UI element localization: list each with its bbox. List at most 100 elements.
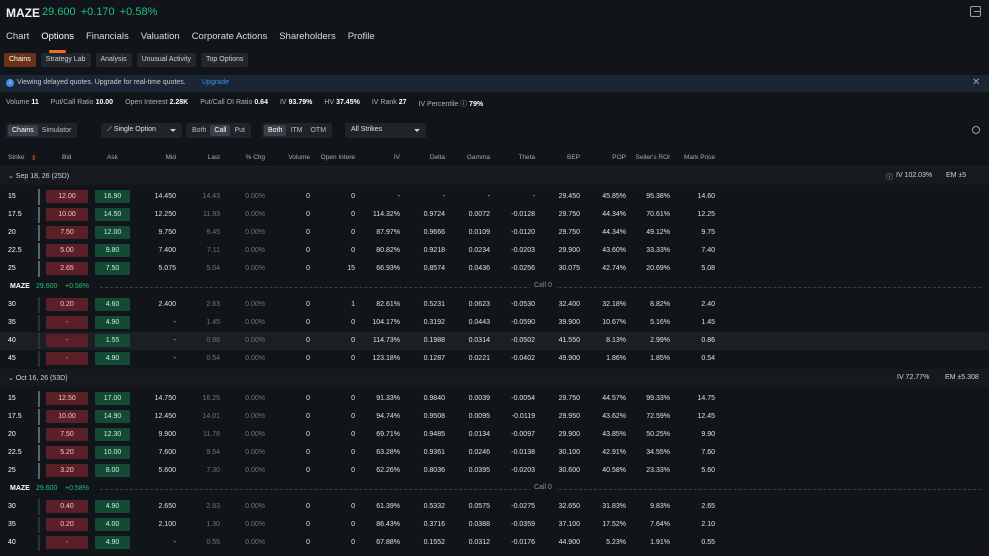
ask-cell[interactable]: 4.00	[95, 518, 130, 531]
tab-options[interactable]: Options	[41, 31, 74, 53]
subtab-unusual-activity[interactable]: Unusual Activity	[136, 53, 196, 67]
ask-cell[interactable]: 14.50	[95, 208, 130, 221]
mode-simulator[interactable]: Simulator	[38, 125, 76, 136]
expiry-date[interactable]: ⌄ Oct 16, 26 (53D)	[8, 374, 68, 382]
table-row[interactable]: 40-1.55-0.86 0.00% 0 0 114.73% 0.1988 0.0314 -0…	[0, 332, 989, 350]
table-row[interactable]: 17.5 10.00 14.90 12.450 14.01 0.00% 0 0 94.74% 0.…	[0, 408, 989, 426]
ask-cell[interactable]: 4.90	[95, 536, 130, 549]
column-header[interactable]: IV	[394, 154, 400, 161]
table-row[interactable]: 30 0.40 4.90 2.650 2.83 0.00% 0 0 61.39% 0.5332 0.…	[0, 498, 989, 516]
table-row[interactable]: 22.5 5.00 9.80 7.400 7.11 0.00% 0 0 80.82% 0.9218…	[0, 242, 989, 260]
column-header[interactable]: Gamma	[467, 154, 490, 161]
bid-cell[interactable]: 12.00	[46, 190, 88, 203]
exit-icon[interactable]	[970, 6, 981, 17]
sort-icon[interactable]: ⇕	[31, 154, 36, 162]
settings-icon[interactable]	[972, 126, 980, 134]
bid-cell[interactable]: 10.00	[46, 208, 88, 221]
tab-shareholders[interactable]: Shareholders	[279, 31, 336, 47]
ask-cell[interactable]: 16.90	[95, 190, 130, 203]
bid-cell[interactable]: 7.50	[46, 428, 88, 441]
bid-cell[interactable]: 3.20	[46, 464, 88, 477]
table-row[interactable]: 25 2.65 7.50 5.075 5.04 0.00% 0 15 66.93% 0.8574 0…	[0, 260, 989, 278]
ask-cell[interactable]: 7.50	[95, 262, 130, 275]
ask-cell[interactable]: 4.90	[95, 316, 130, 329]
close-icon[interactable]: ✕	[972, 77, 980, 88]
bid-cell[interactable]: 5.00	[46, 244, 88, 257]
bid-cell[interactable]: 2.65	[46, 262, 88, 275]
column-header[interactable]: Seller's ROI	[636, 154, 670, 161]
ask-cell[interactable]: 4.60	[95, 298, 130, 311]
strikes-select[interactable]: All Strikes	[345, 123, 426, 138]
table-row[interactable]: 25 3.20 8.00 5.600 7.30 0.00% 0 0 62.26% 0.8036 0.…	[0, 462, 989, 480]
column-header[interactable]: Mid	[166, 154, 176, 161]
expiry-header[interactable]: ⌄ Sep 18, 26 (25D) ⓘ IV 102.03% EM ±5	[0, 167, 989, 185]
subtab-strategy-lab[interactable]: Strategy Lab	[40, 53, 91, 67]
bid-cell[interactable]: -	[46, 334, 88, 347]
bid-cell[interactable]: 0.20	[46, 518, 88, 531]
table-row[interactable]: 45-4.90-0.54 0.00% 0 0 123.18% 0.1287 0.0221 -0…	[0, 350, 989, 368]
bid-cell[interactable]: 0.40	[46, 500, 88, 513]
strategy-select[interactable]: ⟋ Single Option	[101, 123, 182, 138]
expiry-date[interactable]: ⌄ Sep 18, 26 (25D)	[8, 172, 69, 180]
bid-cell[interactable]: 0.20	[46, 298, 88, 311]
table-row[interactable]: 20 7.50 12.00 9.750 9.45 0.00% 0 0 87.97% 0.9666 0…	[0, 224, 989, 242]
ask-cell[interactable]: 17.00	[95, 392, 130, 405]
column-header[interactable]: Mark Price	[684, 154, 715, 161]
bid-cell[interactable]: -	[46, 316, 88, 329]
table-row[interactable]: 20 7.50 12.30 9.900 11.78 0.00% 0 0 69.71% 0.9485…	[0, 426, 989, 444]
table-row[interactable]: 17.5 10.00 14.50 12.250 11.93 0.00% 0 0 114.32% 0…	[0, 206, 989, 224]
column-header[interactable]: Volume	[288, 154, 310, 161]
column-header[interactable]: Ask	[107, 154, 118, 161]
ask-cell[interactable]: 4.90	[95, 352, 130, 365]
subtab-chains[interactable]: Chains	[4, 53, 36, 67]
side-put[interactable]: Put	[230, 125, 249, 136]
bid-cell[interactable]: -	[46, 536, 88, 549]
column-header[interactable]: BEP	[567, 154, 580, 161]
upgrade-link[interactable]: Upgrade	[202, 79, 229, 86]
side-both[interactable]: Both	[188, 125, 210, 136]
tab-financials[interactable]: Financials	[86, 31, 129, 47]
column-header[interactable]: Theta	[518, 154, 535, 161]
tab-corporate-actions[interactable]: Corporate Actions	[192, 31, 268, 47]
column-header[interactable]: Strike	[8, 154, 25, 161]
table-row[interactable]: 40-4.90-0.55 0.00% 0 0 67.88% 0.1552 0.0312 -0.…	[0, 534, 989, 552]
ask-cell[interactable]: 10.00	[95, 446, 130, 459]
table-row[interactable]: 35 0.20 4.00 2.100 1.30 0.00% 0 0 86.43% 0.3716 0.…	[0, 516, 989, 534]
bid-cell[interactable]: 7.50	[46, 226, 88, 239]
ask-cell[interactable]: 8.00	[95, 464, 130, 477]
table-cell: 0	[306, 337, 310, 344]
table-row[interactable]: 15 12.00 16.90 14.450 14.43 0.00% 0 0 - - - - 29.450…	[0, 188, 989, 206]
money-itm[interactable]: ITM	[286, 125, 306, 136]
money-otm[interactable]: OTM	[306, 125, 330, 136]
ask-cell[interactable]: 1.55	[95, 334, 130, 347]
subtab-top-options[interactable]: Top Options	[201, 53, 249, 67]
table-row[interactable]: 22.5 5.20 10.00 7.600 9.54 0.00% 0 0 63.28% 0.936…	[0, 444, 989, 462]
side-call[interactable]: Call	[210, 125, 231, 136]
column-header[interactable]: Bid	[62, 154, 71, 161]
tab-profile[interactable]: Profile	[348, 31, 375, 47]
ask-cell[interactable]: 12.30	[95, 428, 130, 441]
money-both[interactable]: Both	[264, 125, 287, 136]
table-row[interactable]: 15 12.50 17.00 14.750 16.25 0.00% 0 0 91.33% 0.98…	[0, 390, 989, 408]
mode-chains[interactable]: Chains	[8, 125, 38, 136]
ask-cell[interactable]: 14.90	[95, 410, 130, 423]
bid-cell[interactable]: 5.20	[46, 446, 88, 459]
table-row[interactable]: 35-4.90-1.45 0.00% 0 0 104.17% 0.3192 0.0443 -0…	[0, 314, 989, 332]
table-row[interactable]: 30 0.20 4.60 2.400 2.63 0.00% 0 1 82.61% 0.5231 0.…	[0, 296, 989, 314]
column-header[interactable]: % Chg	[245, 154, 265, 161]
column-header[interactable]: Last	[208, 154, 220, 161]
ask-cell[interactable]: 12.00	[95, 226, 130, 239]
ask-cell[interactable]: 9.80	[95, 244, 130, 257]
ask-cell[interactable]: 4.90	[95, 500, 130, 513]
column-header[interactable]: Open Intere	[321, 154, 355, 161]
subtab-analysis[interactable]: Analysis	[95, 53, 132, 67]
expiry-header[interactable]: ⌄ Oct 16, 26 (53D) IV 72.77% EM ±5.308	[0, 369, 989, 387]
column-header[interactable]: Delta	[430, 154, 445, 161]
tab-valuation[interactable]: Valuation	[141, 31, 180, 47]
bid-cell[interactable]: 10.00	[46, 410, 88, 423]
column-header[interactable]: POP	[612, 154, 626, 161]
bid-cell[interactable]: -	[46, 352, 88, 365]
stat-label: Put/Call Ratio	[50, 99, 94, 106]
bid-cell[interactable]: 12.50	[46, 392, 88, 405]
tab-chart[interactable]: Chart	[6, 31, 29, 47]
